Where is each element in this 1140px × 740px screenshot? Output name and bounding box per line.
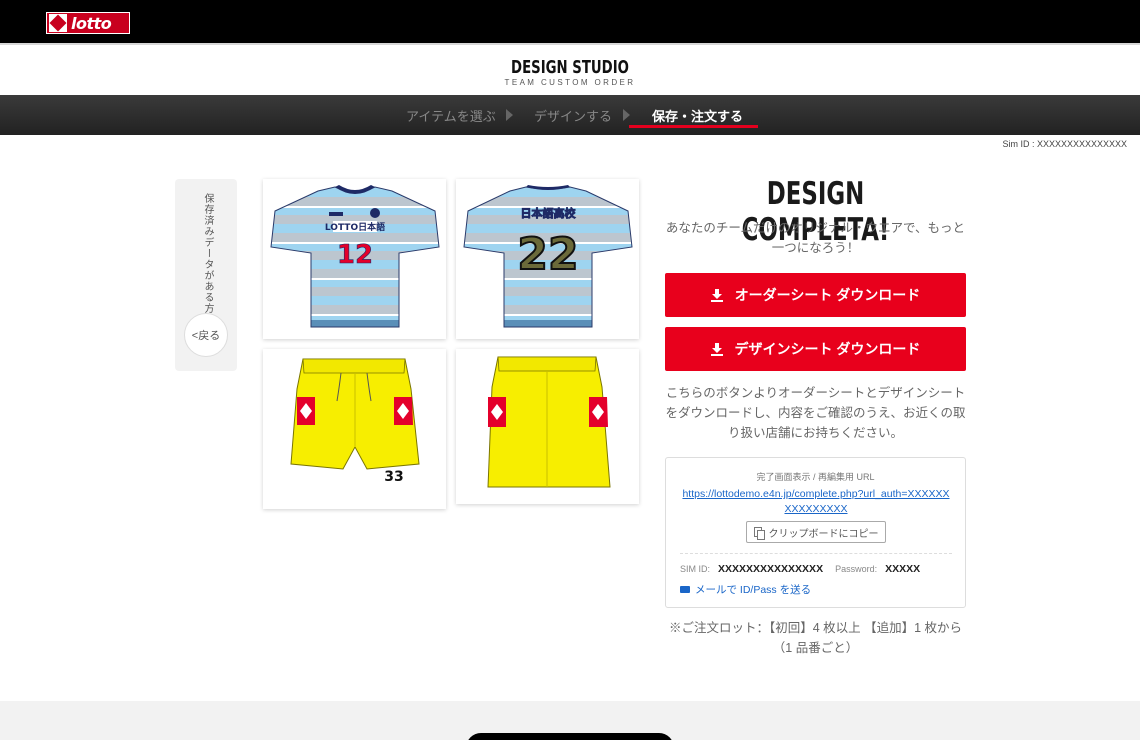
download-icon [710,342,723,356]
lotto-logo[interactable]: lotto [46,12,130,34]
instructions-text: こちらのボタンよりオーダーシートとデザインシートをダウンロードし、内容をご確認の… [665,386,966,440]
reedit-url-link[interactable]: https://lottodemo.e4n.jp/complete.php?ur… [680,487,952,517]
active-step-underline [629,125,758,128]
step-select-item[interactable]: アイテムを選ぶ [406,106,496,125]
brand-bar: DESIGN STUDIO TEAM CUSTOM ORDER [0,43,1140,95]
download-icon [710,288,723,302]
url-box-label: 完了画面表示 / 再編集用 URL [756,472,875,482]
sim-id-value: XXXXXXXXXXXXXXX [718,563,824,575]
copy-button-label: クリップボードにコピー [768,528,879,540]
shorts-back-card [456,349,639,504]
shorts-front-image: 33 [290,358,420,485]
lead-text: あなたのチームだけのオリジナル・ウエアで、もっと一つになろう！ [665,221,966,255]
order-sheet-download-button[interactable]: オーダーシート ダウンロード [665,273,966,317]
step-design[interactable]: デザインする [534,106,612,125]
shorts-number: 33 [384,469,403,485]
copy-icon [753,526,765,540]
mail-icon [680,586,690,593]
shirt-back-image: 日本語高校 22 [463,185,633,328]
design-sheet-download-label: デザインシート ダウンロード [734,341,921,357]
password-label: Password: [835,564,878,574]
sim-id-line: Sim ID : XXXXXXXXXXXXXXX [1002,139,1127,149]
step-arrow-icon [623,109,630,121]
credentials-row: SIM ID: XXXXXXXXXXXXXXX Password: XXXXX [680,563,932,575]
shirt-front-text: LOTTO日本語 [325,221,385,233]
step-arrow-icon [506,109,513,121]
logo-text: lotto [71,13,112,33]
send-credentials-email-link[interactable]: メールで ID/Pass を送る [680,582,811,597]
order-lot-note: ※ご注文ロット：【初回】4 枚以上 【追加】1 枚から（1 品番ごと） [668,621,963,655]
send-credentials-email-label: メールで ID/Pass を送る [695,584,812,596]
footer-button[interactable] [466,733,674,740]
order-sheet-download-label: オーダーシート ダウンロード [734,287,921,303]
shorts-front-card: 33 [263,349,446,509]
studio-title: DESIGN STUDIO [511,57,629,78]
steps-bar: アイテムを選ぶ デザインする 保存・注文する [0,95,1140,135]
url-box: 完了画面表示 / 再編集用 URL https://lottodemo.e4n.… [665,457,966,608]
shirt-back-text: 日本語高校 [521,206,577,220]
back-button[interactable]: <戻る [184,313,228,357]
password-value: XXXXX [885,563,921,575]
shorts-back-image [487,356,611,488]
saved-data-tab-label: 保存済みデータがある方 [202,193,213,314]
shirt-front-card: LOTTO日本語 12 [263,179,446,339]
shirt-back-number: 22 [517,229,578,280]
top-header-bar: lotto [0,0,1140,43]
copy-to-clipboard-button[interactable]: クリップボードにコピー [746,521,886,543]
shirt-front-image: LOTTO日本語 12 [270,185,440,328]
step-save-order[interactable]: 保存・注文する [652,106,743,125]
url-box-divider [680,553,952,554]
shirt-back-card: 日本語高校 22 [456,179,639,339]
sim-id-label: SIM ID: [680,564,711,574]
design-sheet-download-button[interactable]: デザインシート ダウンロード [665,327,966,371]
lotto-diamond-icon [49,14,67,32]
studio-subtitle: TEAM CUSTOM ORDER [504,78,636,87]
shirt-front-number: 12 [337,240,373,270]
